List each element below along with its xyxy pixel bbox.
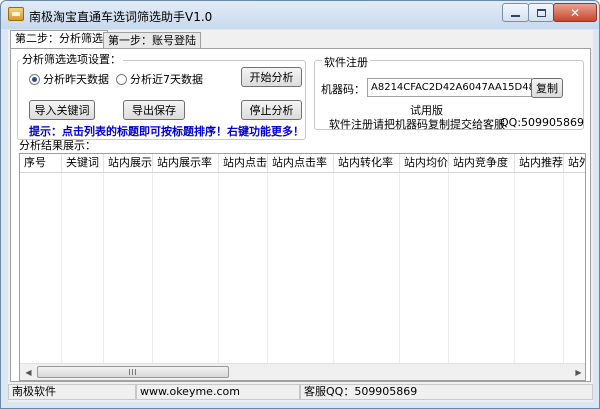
support-qq: QQ:509905869 bbox=[500, 116, 585, 129]
scroll-left-icon[interactable]: ◀ bbox=[20, 364, 37, 380]
scroll-right-icon[interactable]: ▶ bbox=[570, 364, 585, 380]
table-header: 序号 关键词 站内展示 站内展示率 站内点击 站内点击率 站内转化率 站内均价 … bbox=[20, 154, 585, 173]
import-keywords-button[interactable]: 导入关键词 bbox=[29, 100, 95, 120]
option-last-7-days-label: 分析近7天数据 bbox=[130, 73, 203, 86]
filter-settings-label: 分析筛选选项设置： bbox=[20, 51, 123, 67]
table-body[interactable] bbox=[20, 173, 585, 363]
status-support-qq: 客服QQ：509905869 bbox=[300, 384, 593, 400]
close-button[interactable]: ✕ bbox=[553, 3, 597, 22]
machine-code-label: 机器码： bbox=[321, 83, 365, 96]
start-analysis-button[interactable]: 开始分析 bbox=[241, 67, 302, 87]
minimize-icon bbox=[511, 14, 520, 17]
column-header-impressions[interactable]: 站内展示 bbox=[104, 154, 153, 172]
results-label: 分析结果展示： bbox=[19, 139, 96, 152]
tab-analysis[interactable]: 第二步：分析筛选 bbox=[10, 30, 108, 49]
radio-unchecked-icon bbox=[116, 73, 127, 85]
results-table[interactable]: 序号 关键词 站内展示 站内展示率 站内点击 站内点击率 站内转化率 站内均价 … bbox=[19, 153, 586, 381]
export-save-button[interactable]: 导出保存 bbox=[123, 100, 185, 120]
option-yesterday[interactable]: 分析昨天数据 bbox=[29, 71, 109, 87]
stop-analysis-button[interactable]: 停止分析 bbox=[241, 100, 302, 120]
app-window: 南极淘宝直通车选词筛选助手V1.0 ✕ 第二步：分析筛选 第一步：账号登陆 分析… bbox=[0, 0, 600, 409]
analysis-panel: 分析筛选选项设置： 分析昨天数据 分析近7天数据 开始分析 导入关键词 导出保存… bbox=[10, 48, 591, 382]
maximize-icon bbox=[536, 8, 546, 17]
column-header-index[interactable]: 序号 bbox=[20, 154, 62, 172]
grip-icon bbox=[129, 369, 137, 375]
status-website[interactable]: www.okeyme.com bbox=[136, 384, 300, 400]
register-instruction: 软件注册请把机器码复制提交给客服 bbox=[329, 118, 505, 131]
status-bar: 南极软件 www.okeyme.com 客服QQ：509905869 bbox=[8, 383, 593, 401]
column-header-click-rate[interactable]: 站内点击率 bbox=[268, 154, 334, 172]
column-header-competition[interactable]: 站内竞争度 bbox=[449, 154, 515, 172]
option-yesterday-label: 分析昨天数据 bbox=[43, 73, 109, 86]
registration-title: 软件注册 bbox=[322, 54, 370, 70]
column-header-external[interactable]: 站外 bbox=[564, 154, 585, 172]
horizontal-scrollbar[interactable]: ◀ ▶ bbox=[20, 363, 585, 380]
machine-code-field[interactable]: A8214CFAC2D42A6047AA15D48 bbox=[367, 78, 532, 97]
option-last-7-days[interactable]: 分析近7天数据 bbox=[116, 71, 203, 87]
column-header-clicks[interactable]: 站内点击 bbox=[219, 154, 268, 172]
client-area: 第二步：分析筛选 第一步：账号登陆 分析筛选选项设置： 分析昨天数据 分析近7天… bbox=[8, 30, 593, 402]
copy-button[interactable]: 复制 bbox=[531, 78, 563, 98]
scroll-thumb[interactable] bbox=[37, 366, 229, 378]
maximize-button[interactable] bbox=[528, 3, 554, 22]
tab-login[interactable]: 第一步：账号登陆 bbox=[103, 32, 201, 49]
title-bar[interactable]: 南极淘宝直通车选词筛选助手V1.0 ✕ bbox=[1, 1, 599, 29]
window-title: 南极淘宝直通车选词筛选助手V1.0 bbox=[29, 10, 213, 24]
radio-checked-icon bbox=[29, 73, 40, 85]
column-header-recommendation[interactable]: 站内推荐 bbox=[515, 154, 564, 172]
column-header-impression-rate[interactable]: 站内展示率 bbox=[153, 154, 219, 172]
column-header-keyword[interactable]: 关键词 bbox=[62, 154, 104, 172]
status-company: 南极软件 bbox=[8, 384, 136, 400]
column-header-avg-price[interactable]: 站内均价 bbox=[400, 154, 449, 172]
minimize-button[interactable] bbox=[502, 3, 529, 22]
close-icon: ✕ bbox=[569, 5, 581, 20]
column-header-conversion-rate[interactable]: 站内转化率 bbox=[334, 154, 400, 172]
app-icon bbox=[8, 7, 24, 21]
